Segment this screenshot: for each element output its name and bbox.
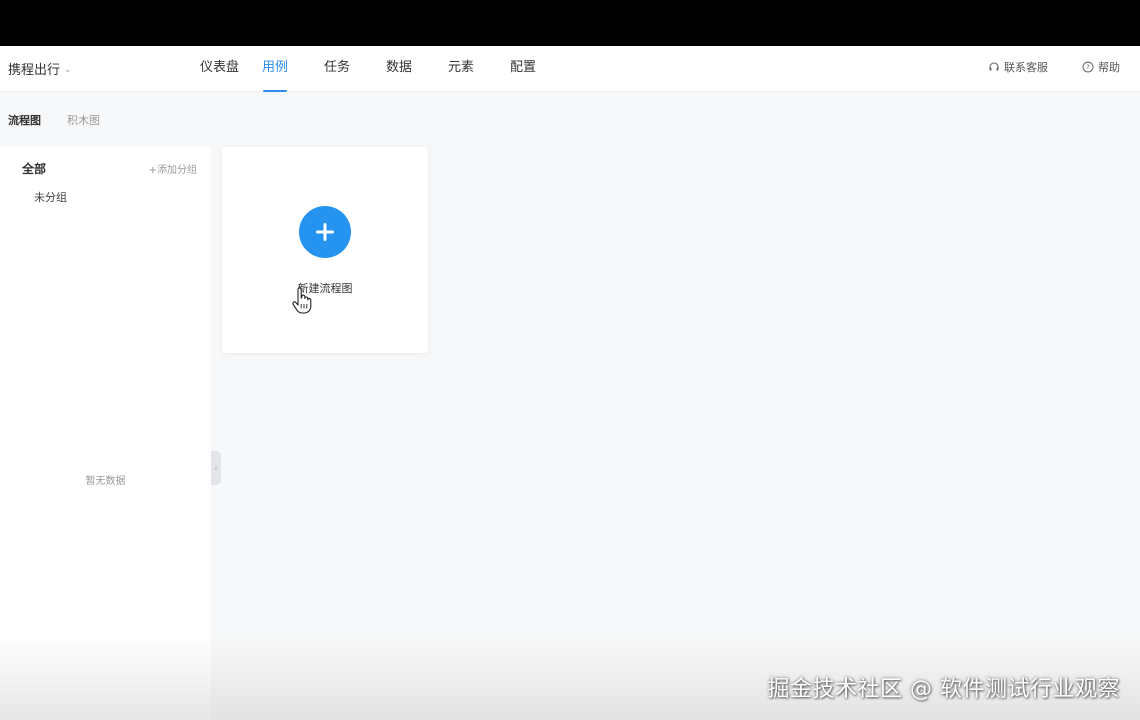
empty-state-text: 暂无数据 <box>85 476 126 487</box>
nav-tasks[interactable]: 任务 <box>324 46 386 92</box>
headset-icon <box>989 62 999 71</box>
nav-cases[interactable]: 用例 <box>262 46 324 92</box>
svg-text:?: ? <box>1086 64 1090 72</box>
add-flowchart-button[interactable] <box>299 206 351 258</box>
project-selector[interactable]: 携程出行 ⌄ <box>8 59 72 78</box>
question-circle-icon: ? <box>1082 61 1094 73</box>
plus-icon <box>316 223 334 241</box>
app-header: 携程出行 ⌄ 仪表盘 用例 任务 数据 元素 配置 联系客服 ? 帮助 <box>0 46 1140 92</box>
watermark-text: 掘金技术社区 @ 软件测试行业观察 <box>767 677 1120 702</box>
nav-dashboard[interactable]: 仪表盘 <box>200 46 262 92</box>
nav-data[interactable]: 数据 <box>386 46 448 92</box>
nav-config[interactable]: 配置 <box>510 46 572 92</box>
project-name: 携程出行 <box>8 63 61 78</box>
header-actions: 联系客服 ? 帮助 <box>988 59 1120 75</box>
main-nav: 仪表盘 用例 任务 数据 元素 配置 <box>200 46 572 92</box>
tab-flowchart[interactable]: 流程图 <box>8 112 41 128</box>
new-flowchart-card[interactable]: 新建流程图 <box>222 147 428 353</box>
sidebar-collapse-handle[interactable]: ‹ <box>211 451 221 485</box>
new-flowchart-label: 新建流程图 <box>297 282 353 295</box>
top-black-bar <box>0 0 1140 46</box>
group-sidebar: 全部 +添加分组 未分组 暂无数据 <box>0 146 211 720</box>
help-link[interactable]: ? 帮助 <box>1082 59 1120 75</box>
support-link[interactable]: 联系客服 <box>988 59 1048 75</box>
view-tabs: 流程图 积木图 <box>8 112 100 128</box>
group-ungrouped[interactable]: 未分组 <box>34 189 67 205</box>
group-all[interactable]: 全部 <box>22 160 46 177</box>
chevron-down-icon: ⌄ <box>64 64 72 75</box>
hand-pointer-icon <box>292 287 312 314</box>
nav-elements[interactable]: 元素 <box>448 46 510 92</box>
add-group-button[interactable]: +添加分组 <box>149 161 197 176</box>
tab-block-diagram[interactable]: 积木图 <box>67 112 100 128</box>
support-label: 联系客服 <box>1004 61 1048 74</box>
help-label: 帮助 <box>1098 61 1120 74</box>
chevron-left-icon: ‹ <box>214 463 218 473</box>
